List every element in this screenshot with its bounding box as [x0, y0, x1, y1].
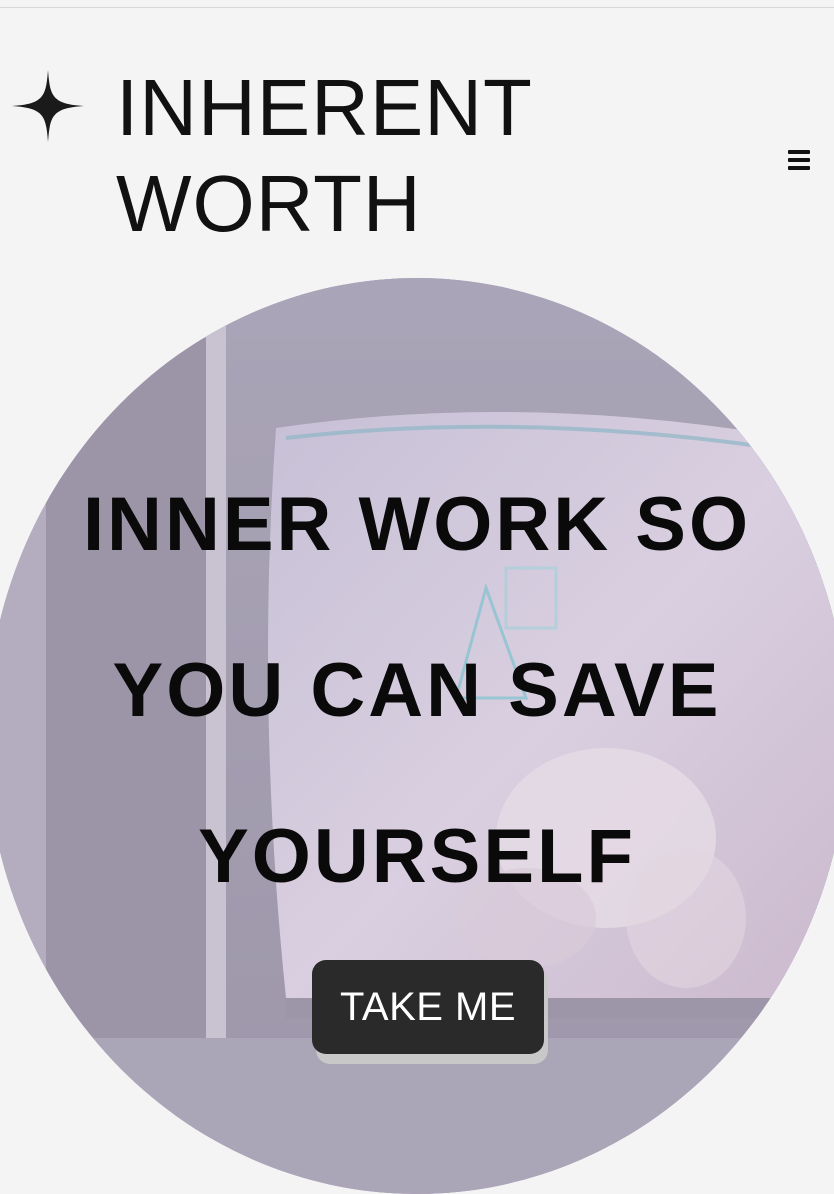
- hero-headline-line-2: YOU CAN SAVE: [112, 648, 722, 733]
- cta-wrapper: TAKE ME: [312, 960, 548, 1064]
- hero-image-circle: INNER WORK SO YOU CAN SAVE YOURSELF TAKE…: [0, 278, 834, 1194]
- four-point-star-icon: [12, 70, 84, 142]
- hero-headline-line-3: YOURSELF: [198, 814, 636, 899]
- take-me-button[interactable]: TAKE ME: [312, 960, 544, 1054]
- top-divider: [0, 0, 834, 8]
- menu-button[interactable]: [782, 146, 818, 176]
- brand-name-line-1: INHERENT: [116, 63, 533, 152]
- hero-headline-line-1: INNER WORK SO: [82, 482, 752, 567]
- hero-headline: INNER WORK SO YOU CAN SAVE YOURSELF: [0, 442, 834, 940]
- site-header: INHERENT WORTH: [0, 60, 834, 250]
- brand-name: INHERENT WORTH: [116, 60, 533, 252]
- page: INHERENT WORTH INNER WORK SO YOU CAN SAV…: [0, 0, 834, 1194]
- brand-name-line-2: WORTH: [116, 159, 422, 248]
